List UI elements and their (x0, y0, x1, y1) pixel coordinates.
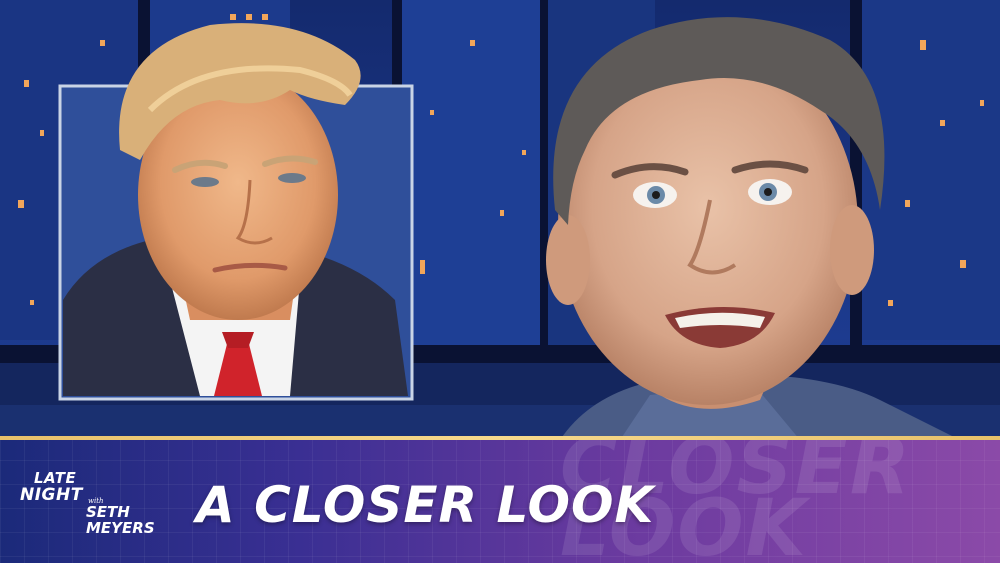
logo-late: LATE (34, 469, 77, 487)
logo-meyers: MEYERS (86, 519, 155, 537)
logo-seth: SETH (86, 503, 130, 521)
banner-gold-rule (0, 436, 1000, 440)
segment-title: A CLOSER LOOK (196, 476, 655, 534)
logo-night: NIGHT (20, 485, 83, 505)
show-logo: LATE NIGHT with SETH MEYERS (14, 470, 174, 540)
